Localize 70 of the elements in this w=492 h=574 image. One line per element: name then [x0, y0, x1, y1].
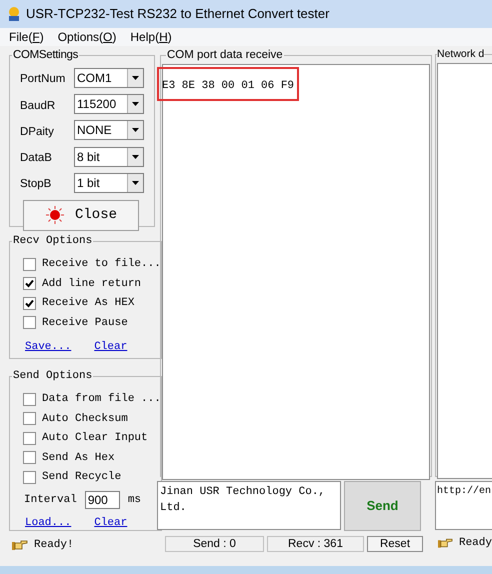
link[interactable]: Clear — [94, 338, 128, 355]
checkbox[interactable] — [23, 432, 36, 445]
dropdown-button[interactable] — [127, 121, 143, 140]
checkbox[interactable] — [23, 451, 36, 464]
option-label: Send As Hex — [42, 450, 115, 466]
option-label: Receive to file... — [42, 257, 161, 272]
option-label: Receive As HEX — [42, 296, 134, 311]
dropdown-button[interactable] — [127, 68, 143, 87]
dropdown-button[interactable] — [127, 174, 143, 192]
check-icon — [25, 298, 34, 308]
dropdown-button[interactable] — [127, 95, 143, 114]
field-label: BaudR — [20, 98, 56, 114]
send-text-area[interactable]: Jinan USR Technology Co., Ltd. — [157, 481, 341, 530]
checkbox[interactable] — [23, 412, 36, 426]
option-label: Add line return — [42, 276, 142, 292]
field-label: StopB — [20, 177, 52, 192]
reset-button[interactable]: Reset — [367, 536, 423, 552]
caret-icon — [132, 128, 139, 132]
option-label: Auto Clear Input — [42, 431, 148, 446]
caret-icon — [132, 76, 139, 80]
dropdown[interactable]: 8 bit — [74, 146, 144, 167]
checkbox[interactable] — [23, 470, 36, 484]
check-icon — [25, 279, 34, 288]
option-label: Send Recycle — [42, 470, 122, 485]
caret-icon — [132, 154, 139, 159]
dropdown[interactable]: 115200 — [74, 94, 144, 114]
interval-field[interactable]: 900 — [84, 491, 120, 509]
caret-icon — [132, 102, 139, 106]
received-data: E3 8E 38 00 01 06 F9 — [162, 80, 294, 92]
pointing-hand-icon — [438, 537, 453, 550]
option-label: Receive Pause — [42, 316, 128, 330]
checkbox[interactable] — [23, 296, 36, 310]
unit-label: ms — [128, 492, 142, 508]
option-label: Data from file ... — [42, 392, 161, 407]
group-title: COM port data receive — [166, 48, 284, 63]
group-title: COMSettings — [12, 48, 80, 63]
field-label: DataB — [20, 151, 52, 166]
caret-icon — [132, 180, 139, 185]
checkbox[interactable] — [23, 277, 36, 290]
field-label: DPaity — [20, 124, 54, 140]
network-send-area[interactable]: http://en — [435, 481, 492, 530]
group-title: Recv Options — [12, 234, 94, 249]
dropdown-button[interactable] — [127, 148, 143, 166]
link[interactable]: Load... — [25, 515, 72, 532]
checkbox[interactable] — [23, 316, 36, 330]
dropdown[interactable]: 1 bit — [74, 172, 144, 193]
send-count: Send : 0 — [165, 536, 264, 552]
link[interactable]: Clear — [94, 515, 128, 532]
checkbox[interactable] — [23, 392, 36, 406]
menu-item[interactable]: File(F) — [9, 28, 44, 46]
status-text: Ready! — [34, 538, 74, 553]
close-button[interactable]: Close — [23, 200, 139, 230]
checkbox[interactable] — [23, 258, 36, 271]
menu-item[interactable]: Help(H) — [130, 28, 172, 46]
app-icon — [6, 6, 22, 22]
dropdown[interactable]: COM1 — [74, 68, 144, 88]
send-button[interactable]: Send — [344, 481, 421, 531]
group-title: Network d — [437, 47, 484, 62]
window-title: USR-TCP232-Test RS232 to Ethernet Convert tester — [26, 5, 330, 24]
dropdown[interactable]: NONE — [74, 120, 144, 140]
option-label: Auto Checksum — [42, 412, 128, 426]
status-text: Ready — [458, 536, 492, 551]
group-title: Send Options — [12, 369, 94, 384]
field-label: PortNum — [20, 72, 66, 88]
indicator-light-icon — [44, 205, 65, 225]
recv-count: Recv : 361 — [267, 536, 364, 552]
link[interactable]: Save... — [25, 338, 72, 355]
pointing-hand-icon — [12, 539, 28, 552]
menu-item[interactable]: Options(O) — [58, 28, 116, 46]
interval-label: Interval — [24, 492, 77, 508]
